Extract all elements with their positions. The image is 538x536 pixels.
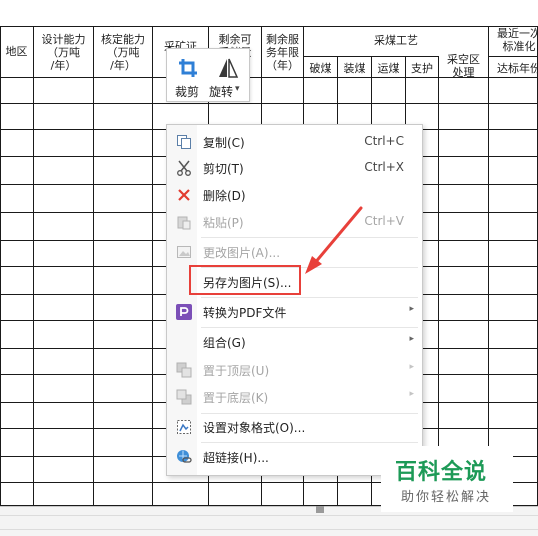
change-picture-icon <box>177 246 191 258</box>
header-transport: 运煤 <box>377 62 400 75</box>
image-resize-handle[interactable] <box>316 506 324 513</box>
menu-separator <box>201 327 418 328</box>
menu-separator <box>201 297 418 298</box>
menu-label: 转换为PDF文件 <box>203 306 287 320</box>
header-approved-capacity: 核定能力 （万吨 /年） <box>101 33 145 72</box>
menu-label: 超链接(H)... <box>203 451 269 465</box>
rotate-label: 旋转 <box>209 85 234 99</box>
copy-icon <box>177 135 191 149</box>
header-recent-standard: 最近一次 标准化 <box>497 27 538 53</box>
format-object-icon <box>177 420 191 434</box>
submenu-arrow: ▸ <box>409 334 414 344</box>
delete-icon <box>178 189 190 201</box>
menu-item-format-object[interactable]: 设置对象格式(O)... <box>167 414 422 440</box>
header-design-capacity: 设计能力 （万吨 /年） <box>41 33 86 72</box>
menu-label: 置于顶层(U) <box>203 364 270 378</box>
header-goaf: 采空区 处理 <box>447 53 480 79</box>
header-remaining-years: 剩余服 务年限 （年） <box>266 33 299 72</box>
menu-label: 设置对象格式(O)... <box>203 421 306 435</box>
context-menu: 复制(C) Ctrl+C 剪切(T) Ctrl+X 删除(D) 粘贴(P) Ct… <box>166 124 423 476</box>
menu-label: 置于底层(K) <box>203 391 269 405</box>
watermark-logo: 百科全说 助你轻松解决 <box>381 446 513 512</box>
menu-item-bring-to-front[interactable]: 置于顶层(U) ▸ <box>167 357 422 383</box>
menu-label: 复制(C) <box>203 136 245 150</box>
header-standard-year: 达标年份 <box>497 62 538 75</box>
paste-icon <box>177 216 191 230</box>
menu-shortcut: Ctrl+X <box>364 160 404 174</box>
bring-to-front-icon <box>176 362 192 378</box>
crop-icon <box>179 59 197 77</box>
menu-label: 剪切(T) <box>203 162 244 176</box>
menu-label: 粘贴(P) <box>203 216 244 230</box>
hyperlink-icon <box>177 450 192 463</box>
menu-label: 删除(D) <box>203 189 246 203</box>
annotation-highlight-box <box>189 265 301 295</box>
crop-button[interactable]: 裁剪 <box>167 49 207 101</box>
send-to-back-icon <box>176 389 192 405</box>
menu-shortcut: Ctrl+V <box>364 214 404 228</box>
menu-item-send-to-back[interactable]: 置于底层(K) ▸ <box>167 384 422 410</box>
rotate-dropdown-arrow[interactable]: ▾ <box>235 84 240 94</box>
menu-item-cut[interactable]: 剪切(T) Ctrl+X <box>167 155 422 181</box>
header-region: 地区 <box>5 45 28 58</box>
submenu-arrow: ▸ <box>409 304 414 314</box>
rotate-icon <box>219 58 239 78</box>
watermark-title: 百科全说 <box>395 460 488 485</box>
header-mining-process: 采煤工艺 <box>374 34 418 47</box>
menu-separator <box>201 237 418 238</box>
rotate-button[interactable]: 旋转 ▾ <box>207 49 249 101</box>
header-loading: 装煤 <box>343 62 366 75</box>
menu-shortcut: Ctrl+C <box>364 134 404 148</box>
scissors-icon <box>177 160 191 176</box>
menu-label: 组合(G) <box>203 336 246 350</box>
header-support: 支护 <box>411 62 433 75</box>
submenu-arrow: ▸ <box>409 389 414 399</box>
header-breaking: 破煤 <box>309 62 332 75</box>
menu-item-change-picture[interactable]: 更改图片(A)... <box>167 239 422 265</box>
menu-separator <box>201 442 418 443</box>
menu-item-paste[interactable]: 粘贴(P) Ctrl+V <box>167 209 422 235</box>
submenu-arrow: ▸ <box>409 362 414 372</box>
picture-mini-toolbar: 裁剪 旋转 ▾ <box>166 48 250 102</box>
menu-label: 更改图片(A)... <box>203 246 281 260</box>
menu-item-group[interactable]: 组合(G) ▸ <box>167 329 422 355</box>
watermark-subtitle: 助你轻松解决 <box>401 490 492 505</box>
crop-label: 裁剪 <box>175 85 200 99</box>
menu-item-delete[interactable]: 删除(D) <box>167 182 422 208</box>
pdf-icon <box>176 304 192 320</box>
menu-item-copy[interactable]: 复制(C) Ctrl+C <box>167 129 422 155</box>
menu-item-convert-pdf[interactable]: 转换为PDF文件 ▸ <box>167 299 422 325</box>
